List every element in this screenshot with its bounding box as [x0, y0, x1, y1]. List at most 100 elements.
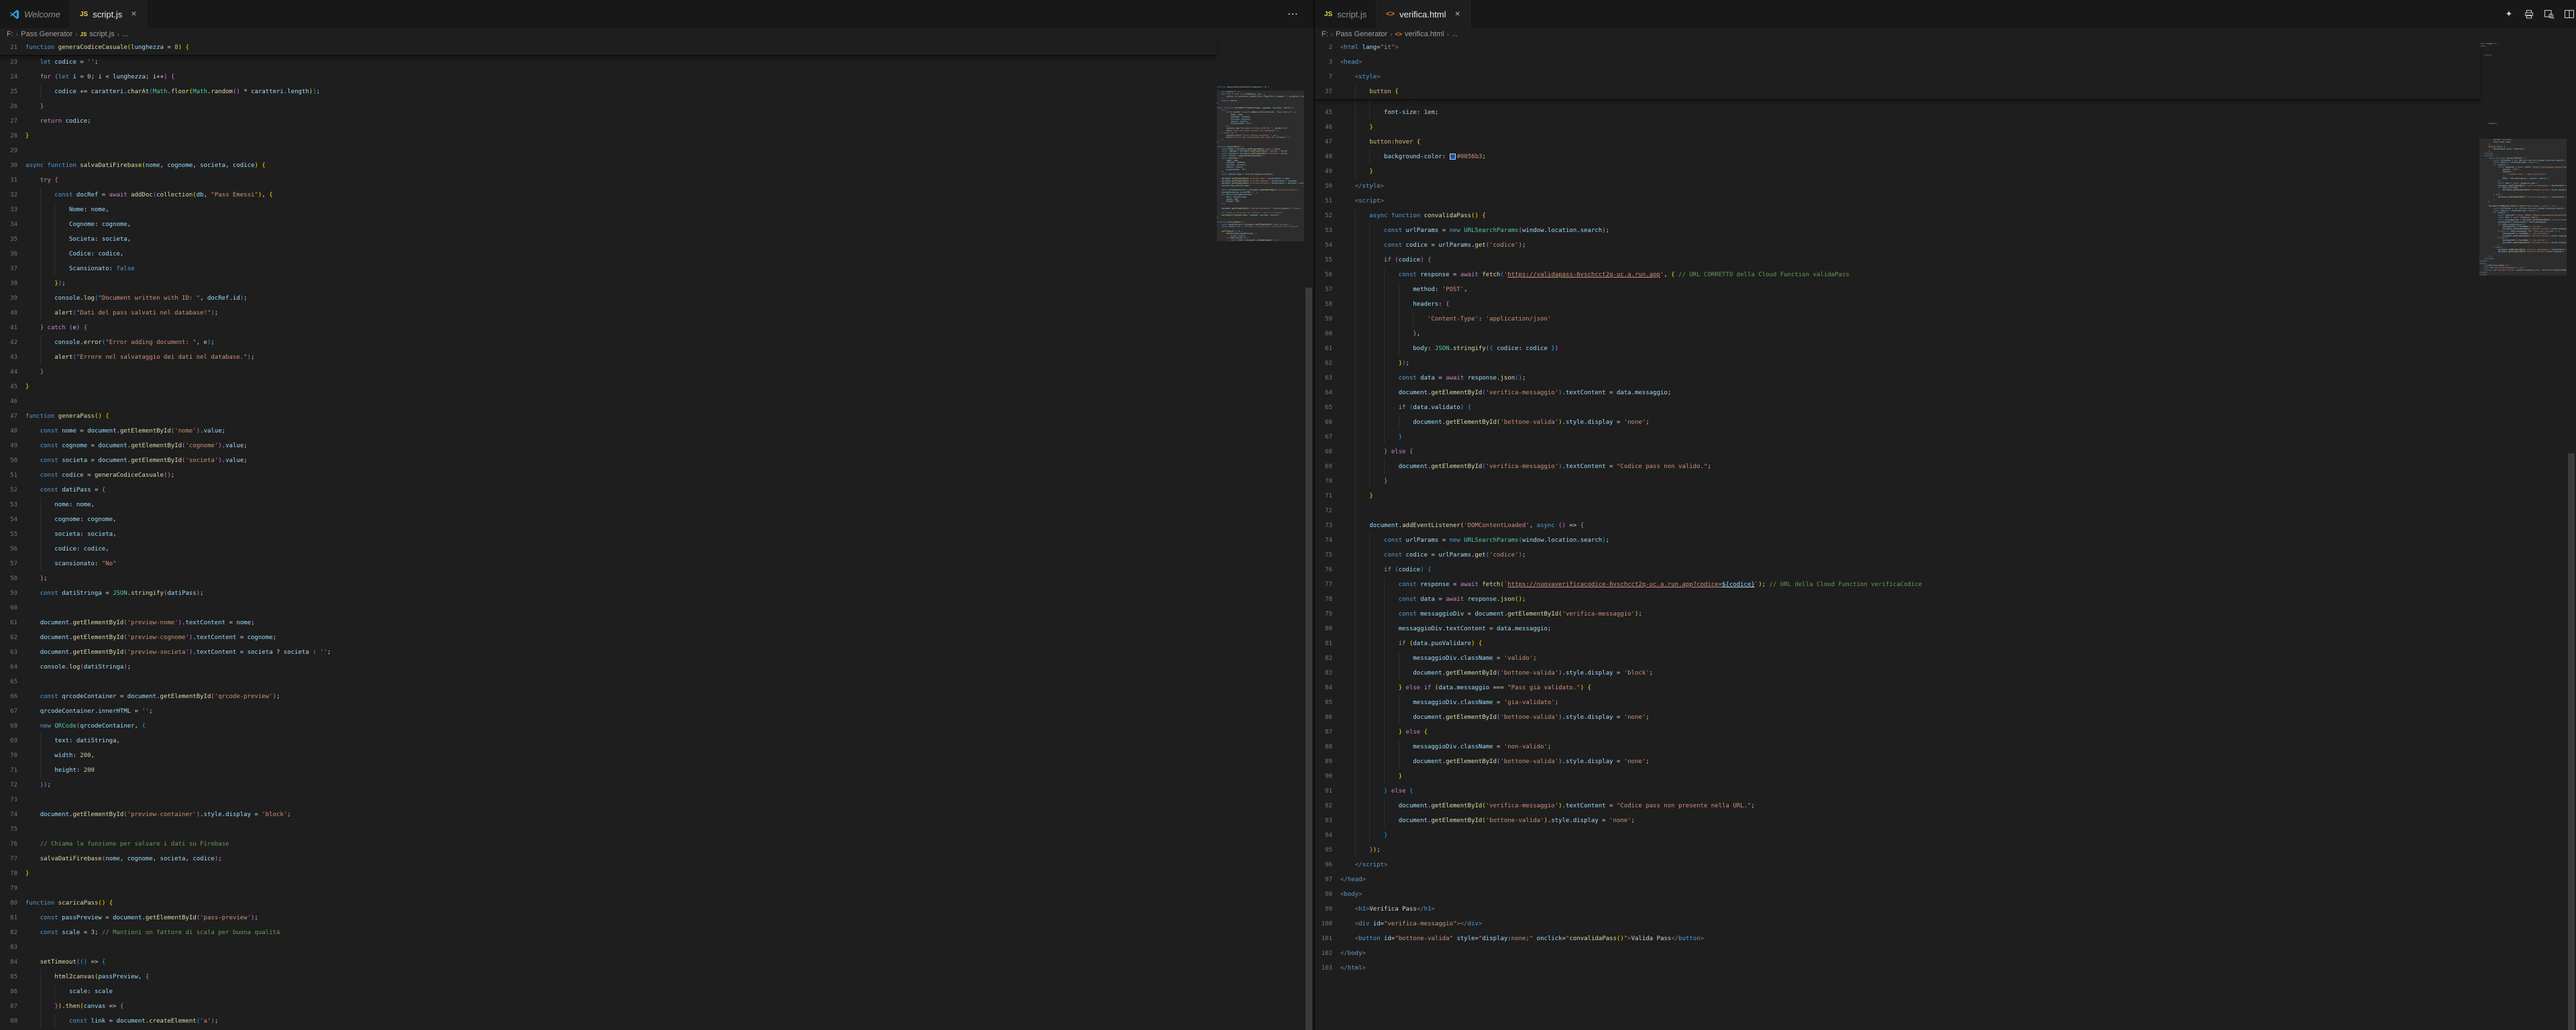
- code-line[interactable]: 76 if (codice) {: [1315, 563, 2576, 577]
- tab-script-js[interactable]: JSscript.js: [1315, 0, 1377, 28]
- code-line[interactable]: 54 cognome: cognome,: [0, 512, 1313, 527]
- breadcrumb-folder[interactable]: Pass Generator: [1336, 30, 1387, 38]
- code-line[interactable]: 50 </style>: [1315, 179, 2576, 194]
- code-line[interactable]: 74 const urlParams = new URLSearchParams…: [1315, 533, 2576, 548]
- code-line[interactable]: 51 const codice = generaCodiceCasuale();: [0, 468, 1313, 483]
- minimap-slider[interactable]: [2479, 139, 2567, 276]
- breadcrumb-drive[interactable]: F:: [7, 30, 13, 38]
- code-line[interactable]: 77 const response = await fetch(`https:/…: [1315, 577, 2576, 592]
- code-line[interactable]: 28}: [0, 129, 1313, 144]
- code-line[interactable]: 91 } else {: [1315, 784, 2576, 799]
- code-line[interactable]: 56 const response = await fetch('https:/…: [1315, 268, 2576, 282]
- code-line[interactable]: 37 button {: [1315, 84, 2479, 99]
- code-line[interactable]: 21function generaCodiceCasuale(lunghezza…: [0, 40, 1217, 55]
- sticky-scroll[interactable]: 2<html lang="it">3<head>7 <style>37 butt…: [1315, 40, 2479, 100]
- code-line[interactable]: 98<body>: [1315, 887, 2576, 902]
- code-line[interactable]: 94 }: [1315, 828, 2576, 843]
- code-line[interactable]: 50 const societa = document.getElementBy…: [0, 453, 1313, 468]
- scrollbar-thumb[interactable]: [1305, 288, 1312, 1030]
- code-line[interactable]: 41 } catch (e) {: [0, 321, 1313, 335]
- code-line[interactable]: 72 });: [0, 778, 1313, 793]
- code-line[interactable]: 77 salvaDatiFirebase(nome, cognome, soci…: [0, 852, 1313, 866]
- code-line[interactable]: 80function scaricaPass() {: [0, 896, 1313, 911]
- code-line[interactable]: 52 async function convalidaPass() {: [1315, 209, 2576, 223]
- css-color-swatch[interactable]: [1450, 154, 1456, 160]
- code-line[interactable]: 64 console.log(datiStringa);: [0, 660, 1313, 675]
- more-actions-icon[interactable]: ⋯: [1287, 0, 1299, 28]
- code-line[interactable]: 103</html>: [1315, 961, 2576, 976]
- code-line[interactable]: 79 const messaggioDiv = document.getElem…: [1315, 607, 2576, 622]
- code-line[interactable]: 34 Cognome: cognome,: [0, 217, 1313, 232]
- code-line[interactable]: 99 <h1>Verifica Pass</h1>: [1315, 902, 2576, 917]
- code-line[interactable]: 78}: [0, 866, 1313, 881]
- code-line[interactable]: 82 const scale = 3; // Mantieni un fatto…: [0, 925, 1313, 940]
- code-line[interactable]: 87 } else {: [1315, 725, 2576, 740]
- code-line[interactable]: 29: [0, 144, 1313, 158]
- code-line[interactable]: 75 const codice = urlParams.get('codice'…: [1315, 548, 2576, 563]
- code-line[interactable]: 61 body: JSON.stringify({ codice: codice…: [1315, 341, 2576, 356]
- code-line[interactable]: 89 document.getElementById('bottone-vali…: [1315, 754, 2576, 769]
- code-line[interactable]: 87 }).then(canvas => {: [0, 999, 1313, 1014]
- code-line[interactable]: 47 button:hover {: [1315, 135, 2576, 150]
- code-line[interactable]: 48 const nome = document.getElementById(…: [0, 424, 1313, 439]
- code-line[interactable]: 78 const data = await response.json();: [1315, 592, 2576, 607]
- code-line[interactable]: 46 }: [1315, 120, 2576, 135]
- code-line[interactable]: 65 if (data.validato) {: [1315, 400, 2576, 415]
- code-line[interactable]: 64 document.getElementById('verifica-mes…: [1315, 386, 2576, 400]
- code-line[interactable]: 45 font-size: 1em;: [1315, 105, 2576, 120]
- code-line[interactable]: 44 }: [0, 365, 1313, 380]
- code-line[interactable]: 31 try {: [0, 173, 1313, 188]
- code-line[interactable]: 26 }: [0, 99, 1313, 114]
- code-line[interactable]: 69 text: datiStringa,: [0, 734, 1313, 748]
- code-line[interactable]: 42 console.error("Error adding document:…: [0, 335, 1313, 350]
- sticky-scroll[interactable]: 21function generaCodiceCasuale(lunghezza…: [0, 40, 1217, 56]
- split-editor-icon[interactable]: [2564, 9, 2575, 19]
- code-line[interactable]: 70 }: [1315, 474, 2576, 489]
- code-line[interactable]: 39 console.log("Document written with ID…: [0, 291, 1313, 306]
- code-line[interactable]: 60 },: [1315, 327, 2576, 341]
- code-line[interactable]: 90 }: [1315, 769, 2576, 784]
- code-line[interactable]: 57 method: 'POST',: [1315, 282, 2576, 297]
- code-line[interactable]: 58 };: [0, 571, 1313, 586]
- code-line[interactable]: 55 societa: societa,: [0, 527, 1313, 542]
- code-line[interactable]: 58 headers: {: [1315, 297, 2576, 312]
- breadcrumb-file[interactable]: script.js: [89, 30, 114, 38]
- code-line[interactable]: 49 }: [1315, 164, 2576, 179]
- copilot-sparkle-icon[interactable]: ✦: [2504, 9, 2514, 19]
- code-line[interactable]: 40 alert("Dati del pass salvati nel data…: [0, 306, 1313, 321]
- tab-welcome[interactable]: Welcome: [0, 0, 70, 28]
- code-line[interactable]: 68 } else {: [1315, 445, 2576, 459]
- close-icon[interactable]: ✕: [131, 11, 136, 18]
- code-editor[interactable]: 44 cursor: pointer;45 font-size: 1em;46 …: [1315, 40, 2576, 1030]
- print-icon[interactable]: [2524, 9, 2534, 19]
- close-icon[interactable]: ✕: [1455, 11, 1460, 18]
- code-line[interactable]: 84 } else if (data.messaggio === "Pass g…: [1315, 681, 2576, 695]
- code-line[interactable]: 56 codice: codice,: [0, 542, 1313, 557]
- code-line[interactable]: 96 </script>: [1315, 858, 2576, 872]
- code-line[interactable]: 60: [0, 601, 1313, 616]
- code-line[interactable]: 95 });: [1315, 843, 2576, 858]
- code-line[interactable]: 24 for (let i = 0; i < lunghezza; i++) {: [0, 70, 1313, 84]
- tab-script-js[interactable]: JSscript.js✕: [70, 0, 147, 28]
- breadcrumb-symbol[interactable]: ...: [122, 30, 128, 38]
- code-line[interactable]: 65: [0, 675, 1313, 689]
- code-line[interactable]: 27 return codice;: [0, 114, 1313, 129]
- minimap[interactable]: <html lang="it"><head> <style> button { …: [2479, 40, 2567, 1030]
- code-line[interactable]: 83 document.getElementById('bottone-vali…: [1315, 666, 2576, 681]
- code-line[interactable]: 47function generaPass() {: [0, 409, 1313, 424]
- code-line[interactable]: 55 if (codice) {: [1315, 253, 2576, 268]
- code-line[interactable]: 54 const codice = urlParams.get('codice'…: [1315, 238, 2576, 253]
- code-line[interactable]: 46: [0, 394, 1313, 409]
- code-line[interactable]: 38 });: [0, 276, 1313, 291]
- code-line[interactable]: 80 messaggioDiv.textContent = data.messa…: [1315, 622, 2576, 636]
- code-line[interactable]: 73 document.addEventListener('DOMContent…: [1315, 518, 2576, 533]
- code-line[interactable]: 81 const passPreview = document.getEleme…: [0, 911, 1313, 925]
- code-line[interactable]: 82 messaggioDiv.className = 'valido';: [1315, 651, 2576, 666]
- code-line[interactable]: 86 document.getElementById('bottone-vali…: [1315, 710, 2576, 725]
- code-line[interactable]: 2<html lang="it">: [1315, 40, 2479, 55]
- open-preview-icon[interactable]: [2544, 9, 2555, 19]
- code-line[interactable]: 43 alert("Errore nel salvataggio dei dat…: [0, 350, 1313, 365]
- code-line[interactable]: 23 let codice = '';: [0, 55, 1313, 70]
- code-line[interactable]: 93 document.getElementById('bottone-vali…: [1315, 813, 2576, 828]
- code-line[interactable]: 76 // Chiama la funzione per salvare i d…: [0, 837, 1313, 852]
